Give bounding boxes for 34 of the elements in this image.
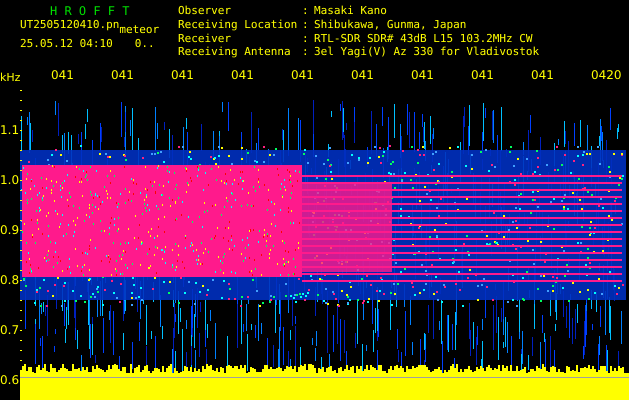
station-value: RTL-SDR SDR# 43dB L15 103.2MHz CW — [314, 32, 534, 46]
time-label: 041 — [351, 68, 375, 82]
separator-colon: : — [302, 5, 310, 19]
frequency-label: 1.1 — [0, 123, 20, 137]
frequency-label: 0.7 — [0, 323, 20, 337]
time-label: 041 — [531, 68, 555, 82]
date-time: 25.05.12 04:10 — [20, 38, 113, 50]
station-label: Receiver — [178, 32, 232, 46]
station-label: Receiving Antenna — [178, 46, 292, 60]
time-label: 0420 — [591, 68, 623, 82]
frequency-label: 0.6 — [0, 373, 20, 387]
station-value: 3el Yagi(V) Az 330 for Vladivostok — [314, 46, 540, 60]
separator-colon: : — [302, 18, 310, 32]
separator-colon: : — [302, 32, 310, 46]
count-text: 0.. — [134, 38, 155, 50]
time-label: 041 — [411, 68, 435, 82]
frequency-label: 0.9 — [0, 223, 20, 237]
time-label: 041 — [471, 68, 495, 82]
station-label: Receiving Location — [178, 18, 298, 32]
station-value: Shibukawa, Gunma, Japan — [314, 18, 468, 32]
axis-unit: kHz — [0, 70, 22, 84]
app-title: H R O F F T — [49, 3, 130, 19]
file-name: UT2505120410.pn — [20, 19, 120, 33]
time-label: 041 — [51, 68, 75, 82]
time-label: 041 — [231, 68, 255, 82]
separator-colon: : — [302, 46, 310, 60]
time-label: 041 — [291, 68, 315, 82]
station-value: Masaki Kano — [314, 5, 388, 19]
time-label: 041 — [111, 68, 135, 82]
time-label: 041 — [171, 68, 195, 82]
event-tag: meteor — [119, 19, 160, 33]
frequency-label: 0.8 — [0, 273, 20, 287]
station-label: Observer — [178, 5, 232, 19]
frequency-label: 1.0 — [0, 173, 20, 187]
